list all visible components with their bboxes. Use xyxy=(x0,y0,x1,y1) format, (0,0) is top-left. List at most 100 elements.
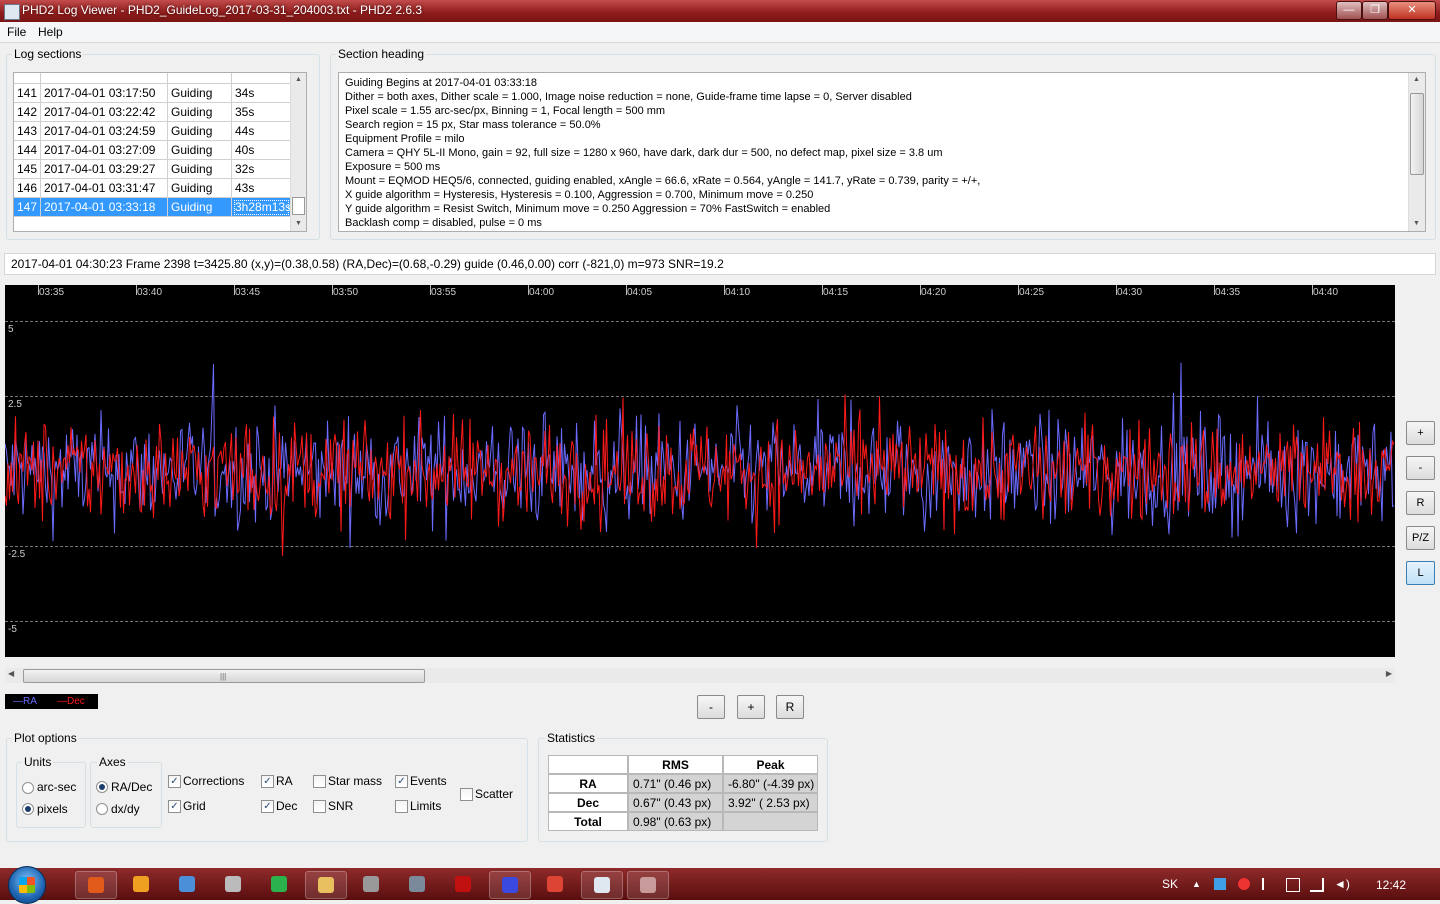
table-row[interactable]: 143 2017-04-01 03:24:59 Guiding 44s xyxy=(14,122,292,141)
heading-line: Exposure = 500 ms xyxy=(345,161,441,173)
cell-date: 2017-04-01 03:29:27 xyxy=(41,160,168,179)
radec-label: RA/Dec xyxy=(111,780,153,794)
legend-ra: —RA xyxy=(13,696,37,707)
taskbar-button[interactable] xyxy=(167,871,207,897)
dxdy-radio[interactable] xyxy=(96,803,108,815)
app-icon-13 xyxy=(640,877,656,893)
cell-n: 145 xyxy=(14,160,41,179)
scroll-thumb[interactable] xyxy=(292,197,305,215)
scroll-up-icon[interactable]: ▲ xyxy=(1409,73,1424,87)
scroll-left-icon[interactable]: ◀ xyxy=(8,669,14,678)
menu-help[interactable]: Help xyxy=(38,25,63,39)
dropbox-icon[interactable] xyxy=(1214,878,1226,890)
network-icon[interactable] xyxy=(1310,878,1324,892)
snr-checkbox[interactable] xyxy=(313,800,326,813)
battery-icon[interactable] xyxy=(1286,878,1300,892)
start-button[interactable] xyxy=(8,866,46,904)
time-zoom-out-button[interactable]: - xyxy=(697,695,725,719)
table-row[interactable]: 144 2017-04-01 03:27:09 Guiding 40s xyxy=(14,141,292,160)
cell-n: 142 xyxy=(14,103,41,122)
title-bar: PHD2 Log Viewer - PHD2_GuideLog_2017-03-… xyxy=(0,0,1440,22)
volume-icon[interactable]: ◄) xyxy=(1334,877,1350,891)
arcsec-radio[interactable] xyxy=(22,782,34,794)
zoom-out-button[interactable]: - xyxy=(1406,456,1435,480)
mail-icon[interactable] xyxy=(1238,878,1250,890)
log-sections-table[interactable]: 141 2017-04-01 03:17:50 Guiding 34s 142 2017-… xyxy=(13,72,307,232)
table-row[interactable]: 147 2017-04-01 03:33:18 Guiding 3h28m13s xyxy=(14,198,292,217)
table-row[interactable]: 141 2017-04-01 03:17:50 Guiding 34s xyxy=(14,84,292,103)
scroll-thumb[interactable] xyxy=(1410,93,1424,175)
windows-logo-icon xyxy=(19,877,35,893)
guide-graph[interactable]: 03:35 03:40 03:45 03:50 03:55 04:00 04:05 04:10… xyxy=(5,285,1395,657)
flag-icon[interactable] xyxy=(1262,878,1276,890)
pixels-radio[interactable] xyxy=(22,803,34,815)
taskbar-button[interactable] xyxy=(213,871,253,897)
cell-date: 2017-04-01 03:22:42 xyxy=(41,103,168,122)
heading-line: Equipment Profile = milo xyxy=(345,133,465,145)
starmass-checkbox[interactable] xyxy=(313,775,326,788)
table-row[interactable]: 145 2017-04-01 03:29:27 Guiding 32s xyxy=(14,160,292,179)
taskbar-button[interactable] xyxy=(535,871,575,897)
table-row[interactable]: 142 2017-04-01 03:22:42 Guiding 35s xyxy=(14,103,292,122)
limits-checkbox[interactable] xyxy=(395,800,408,813)
taskbar-button[interactable] xyxy=(627,871,669,899)
heading-line: Guiding Begins at 2017-04-01 03:33:18 xyxy=(345,77,538,89)
table-row[interactable] xyxy=(14,73,292,84)
window-title: PHD2 Log Viewer - PHD2_GuideLog_2017-03-… xyxy=(22,3,423,17)
scroll-down-icon[interactable]: ▼ xyxy=(1409,217,1424,231)
scroll-thumb[interactable]: ||| xyxy=(23,669,425,683)
stats-corner xyxy=(548,755,628,774)
stats-peak-value: 3.92" ( 2.53 px) xyxy=(723,793,818,812)
taskbar-button[interactable] xyxy=(75,871,117,899)
pz-button[interactable]: P/Z xyxy=(1406,526,1435,550)
close-button[interactable]: ✕ xyxy=(1388,1,1436,20)
taskbar-button[interactable] xyxy=(305,871,347,899)
zoom-in-button[interactable]: + xyxy=(1406,421,1435,445)
tray-expand-icon[interactable]: ▲ xyxy=(1192,879,1201,889)
clock[interactable]: 12:42 xyxy=(1376,878,1406,892)
taskbar-button[interactable] xyxy=(581,871,623,899)
time-zoom-in-button[interactable]: + xyxy=(737,695,765,719)
app-icon-7 xyxy=(363,876,379,892)
cell-type: Guiding xyxy=(168,141,232,160)
time-reset-button[interactable]: R xyxy=(776,695,804,719)
scroll-down-icon[interactable]: ▼ xyxy=(291,217,306,231)
scroll-right-icon[interactable]: ▶ xyxy=(1386,669,1392,678)
corrections-checkbox[interactable]: ✓ xyxy=(168,775,181,788)
events-checkbox[interactable]: ✓ xyxy=(395,775,408,788)
taskbar-button[interactable] xyxy=(351,871,391,897)
dec-checkbox[interactable]: ✓ xyxy=(261,800,274,813)
phd2-log-viewer-icon xyxy=(594,877,610,893)
taskbar-button[interactable] xyxy=(397,871,437,897)
taskbar-button[interactable] xyxy=(121,871,161,897)
reset-scale-button[interactable]: R xyxy=(1406,491,1435,515)
cell-n: 147 xyxy=(14,198,41,217)
log-table-scrollbar[interactable]: ▲ ▼ xyxy=(290,73,306,231)
language-indicator[interactable]: SK xyxy=(1162,877,1178,891)
heading-line: Mount = EQMOD HEQ5/6, connected, guiding… xyxy=(345,175,981,187)
minimize-button[interactable]: — xyxy=(1336,1,1362,20)
events-label: Events xyxy=(410,774,447,788)
table-row[interactable]: 146 2017-04-01 03:31:47 Guiding 43s xyxy=(14,179,292,198)
section-heading-text[interactable]: Guiding Begins at 2017-04-01 03:33:18 Dit… xyxy=(338,72,1426,232)
heading-line: Backlash comp = disabled, pulse = 0 ms xyxy=(345,217,542,229)
scatter-checkbox[interactable] xyxy=(460,788,473,801)
maximize-button[interactable]: ❐ xyxy=(1362,1,1388,20)
app-icon-8 xyxy=(409,876,425,892)
cell-dur: 40s xyxy=(232,141,292,160)
log-sections-label: Log sections xyxy=(12,47,84,61)
stats-header-rms: RMS xyxy=(628,755,723,774)
stats-row-label: Total xyxy=(548,812,628,831)
taskbar-button[interactable] xyxy=(443,871,483,897)
scroll-up-icon[interactable]: ▲ xyxy=(291,73,306,87)
grid-checkbox[interactable]: ✓ xyxy=(168,800,181,813)
taskbar-button[interactable] xyxy=(259,871,299,897)
graph-horizontal-scrollbar[interactable]: ◀ ||| ▶ xyxy=(5,668,1395,683)
ra-checkbox[interactable]: ✓ xyxy=(261,775,274,788)
menu-file[interactable]: File xyxy=(7,25,26,39)
status-text: 2017-04-01 04:30:23 Frame 2398 t=3425.80… xyxy=(11,257,724,271)
l-button[interactable]: L xyxy=(1406,561,1435,585)
heading-scrollbar[interactable]: ▲ ▼ xyxy=(1408,73,1425,231)
taskbar-button[interactable] xyxy=(489,871,531,899)
radec-radio[interactable] xyxy=(96,781,108,793)
